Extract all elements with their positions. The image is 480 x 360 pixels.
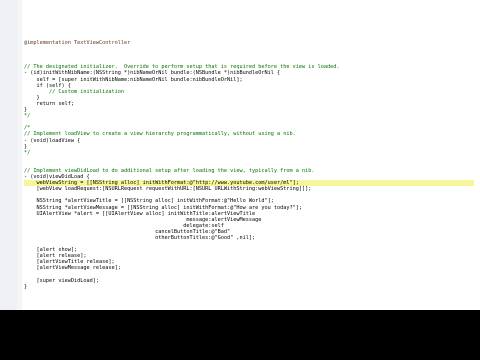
letterbox-bar: [0, 310, 480, 360]
source-text[interactable]: @implementation TextViewController// The…: [24, 40, 474, 290]
code-line[interactable]: }: [24, 284, 474, 290]
code-editor[interactable]: @implementation TextViewController// The…: [0, 0, 480, 310]
code-folding-ribbon[interactable]: [17, 0, 22, 310]
line-number-gutter: [0, 0, 18, 310]
